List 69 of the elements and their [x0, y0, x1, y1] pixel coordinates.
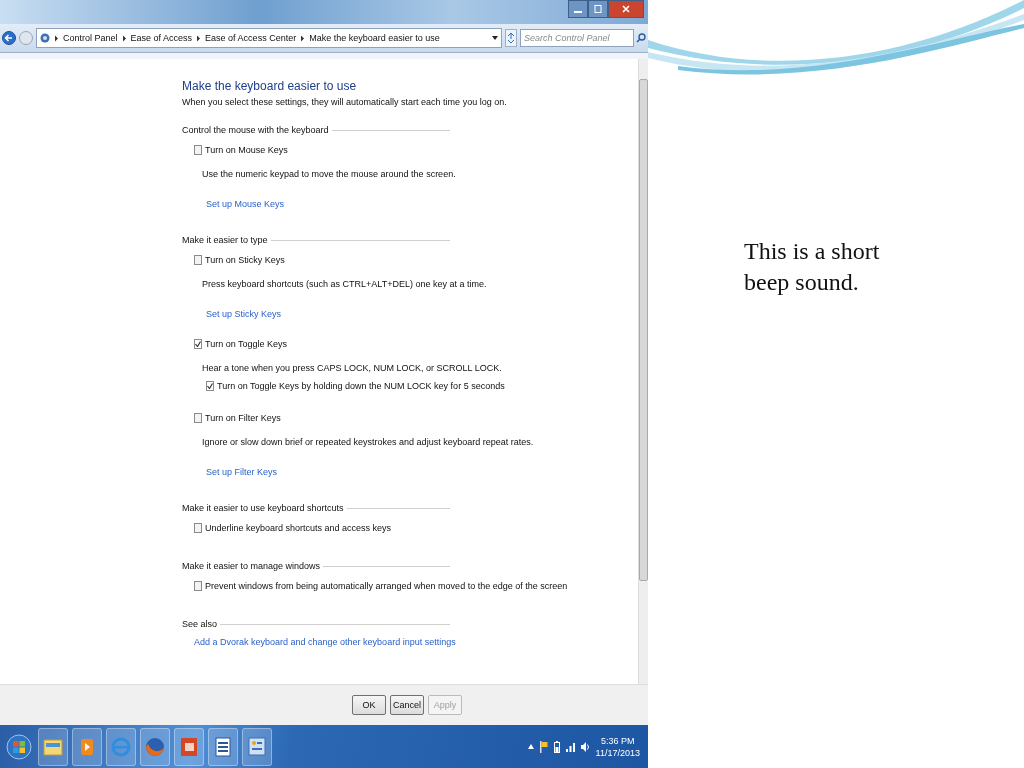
- checkbox[interactable]: [194, 413, 202, 423]
- minimize-button[interactable]: [568, 0, 588, 18]
- setup-link[interactable]: Set up Sticky Keys: [206, 309, 638, 319]
- speaker-icon[interactable]: [580, 741, 590, 752]
- option-description: Hear a tone when you press CAPS LOCK, NUM LOCK, or SCROLL LOCK.: [202, 363, 503, 373]
- battery-icon[interactable]: [553, 740, 560, 753]
- section-heading: Make it easier to use keyboard shortcuts: [182, 503, 344, 513]
- arrow-icon[interactable]: [527, 744, 534, 749]
- option-description: Ignore or slow down brief or repeated keystrokes and adjust keyboard repeat rates.: [202, 437, 535, 447]
- close-icon: [622, 5, 630, 13]
- clock-time[interactable]: 5:36 PM: [595, 734, 640, 747]
- chevron-icon: [54, 34, 59, 42]
- taskbar-button[interactable]: [174, 727, 204, 766]
- breadcrumb-item[interactable]: Make the keyboard easier to use: [309, 33, 440, 43]
- taskbar-button[interactable]: [208, 727, 238, 766]
- section-heading: Control the mouse with the keyboard: [182, 125, 329, 135]
- clock-date[interactable]: 11/17/2013: [595, 746, 640, 759]
- checkbox[interactable]: [194, 255, 202, 265]
- signal-icon[interactable]: [565, 741, 575, 752]
- checkbox-label[interactable]: Turn on Mouse Keys: [205, 145, 288, 155]
- checkbox[interactable]: [194, 339, 202, 349]
- refresh-button[interactable]: [505, 29, 517, 47]
- dropdown-arrow-icon[interactable]: [492, 36, 498, 40]
- checkmark-icon: [207, 383, 213, 389]
- address-field[interactable]: Control Panel Ease of Access Ease of Access Center Make the keyboard easier to use: [36, 28, 502, 48]
- checkbox-label[interactable]: Turn on Toggle Keys by holding down the NUM LOCK key for 5 seconds: [217, 381, 505, 391]
- page-title: Make the keyboard easier to use: [182, 79, 358, 93]
- checkmark-icon: [195, 341, 201, 347]
- settings-link[interactable]: Add a Dvorak keyboard and change other keyboard input settings: [194, 637, 638, 647]
- option-description: Press keyboard shortcuts (such as CTRL+ALT+DEL) one key at a time.: [202, 279, 488, 289]
- close-button[interactable]: [608, 0, 644, 18]
- checkbox-label[interactable]: Underline keyboard shortcuts and access keys: [205, 523, 392, 533]
- taskbar-button[interactable]: [242, 727, 272, 766]
- checkbox-label[interactable]: Turn on Filter Keys: [205, 413, 281, 423]
- section-heading: Make it easier to type: [182, 235, 268, 245]
- checkbox[interactable]: [194, 523, 202, 533]
- scroll-thumb[interactable]: [639, 79, 648, 581]
- chevron-icon: [121, 34, 127, 42]
- restore-icon: [594, 5, 602, 13]
- chevron-icon: [196, 34, 202, 42]
- taskbar-button[interactable]: [38, 727, 68, 766]
- breadcrumb-item[interactable]: Control Panel: [63, 33, 118, 43]
- page-description: When you select these settings, they will automatically start each time you log on.: [182, 97, 508, 107]
- back-button[interactable]: [2, 28, 16, 48]
- dialog-button[interactable]: OK: [352, 695, 386, 715]
- scrollbar[interactable]: [638, 59, 648, 684]
- checkbox[interactable]: [194, 581, 202, 591]
- section-heading: Make it easier to manage windows: [182, 561, 321, 571]
- setup-link[interactable]: Set up Mouse Keys: [206, 199, 638, 209]
- checkbox-label[interactable]: Turn on Sticky Keys: [205, 255, 285, 265]
- dialog-button[interactable]: Cancel: [390, 695, 424, 715]
- section-heading: See also: [182, 619, 218, 629]
- breadcrumb-item[interactable]: Ease of Access Center: [205, 33, 297, 43]
- search-icon: [636, 33, 646, 43]
- option-description: Use the numeric keypad to move the mouse around the screen.: [202, 169, 457, 179]
- checkbox[interactable]: [194, 145, 202, 155]
- slide-text: This is a short beep sound.: [744, 237, 881, 297]
- checkbox-label[interactable]: Turn on Toggle Keys: [205, 339, 288, 349]
- flag-icon[interactable]: [539, 740, 548, 753]
- checkbox-label[interactable]: Prevent windows from being automatically arranged when moved to the edge of the screen: [205, 581, 568, 591]
- start-button[interactable]: [6, 733, 32, 760]
- restore-button[interactable]: [588, 0, 608, 18]
- taskbar-button[interactable]: [140, 727, 170, 766]
- chevron-icon: [300, 34, 306, 42]
- checkbox[interactable]: [206, 381, 214, 391]
- control-panel-icon: [40, 33, 50, 43]
- breadcrumb-item[interactable]: Ease of Access: [130, 33, 193, 43]
- search-field[interactable]: Search Control Panel: [520, 29, 634, 47]
- setup-link[interactable]: Set up Filter Keys: [206, 467, 638, 477]
